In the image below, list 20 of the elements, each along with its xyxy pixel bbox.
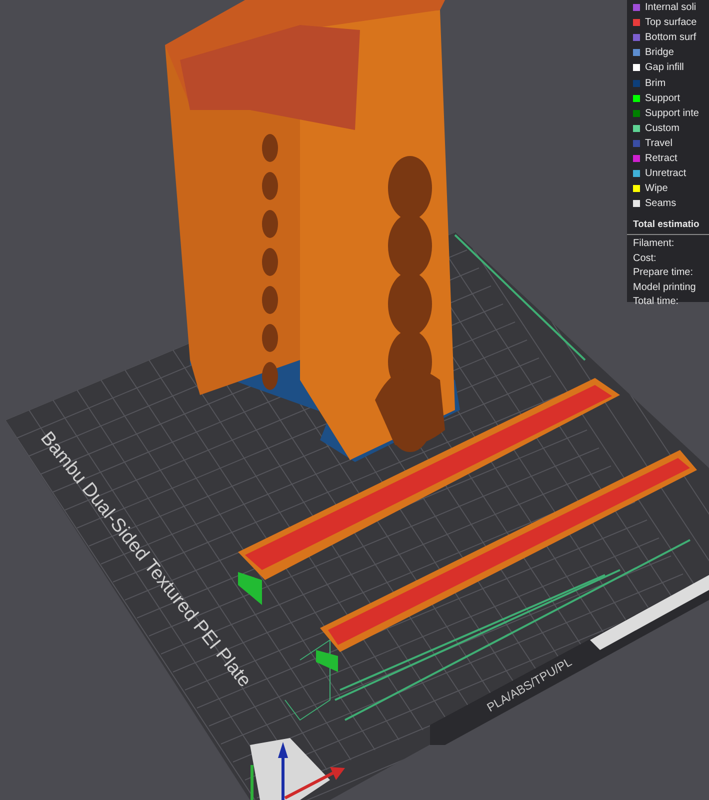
- estimation-label: Prepare time:: [633, 267, 694, 280]
- legend-label: Gap infill: [645, 62, 684, 74]
- legend-label: Internal soli: [645, 2, 696, 14]
- estimation-label: Total time:: [633, 296, 680, 310]
- legend-label: Custom: [645, 122, 680, 134]
- legend-label: Top surface: [645, 17, 697, 28]
- legend-label: Travel: [645, 138, 672, 149]
- estimation-title: Total estimatio: [633, 219, 700, 232]
- legend-label: Seams: [645, 198, 676, 210]
- legend-label: Bottom surf: [645, 32, 696, 44]
- estimation-label: Cost:: [633, 252, 658, 266]
- legend-label: Support: [645, 92, 680, 104]
- legend-label: Retract: [645, 152, 678, 164]
- legend-label: Bridge: [645, 47, 674, 58]
- legend-label: Unretract: [645, 168, 686, 180]
- legend-label: Support inte: [645, 108, 699, 119]
- legend-label: Wipe: [645, 183, 668, 194]
- estimation-label: Model printing: [633, 282, 697, 295]
- estimation-label: Filament:: [633, 238, 676, 252]
- legend-label: Brim: [645, 78, 666, 89]
